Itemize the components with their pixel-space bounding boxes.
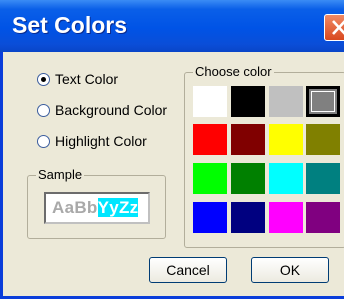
swatch-blue[interactable] [193,202,227,233]
swatch-cyan[interactable] [269,163,303,194]
radio-text-color-indicator[interactable] [37,73,50,86]
swatch-green[interactable] [231,163,265,194]
swatch-silver[interactable] [269,86,303,117]
swatch-black[interactable] [231,86,265,117]
ok-button[interactable]: OK [251,257,329,283]
close-icon [332,20,344,35]
radio-highlight-color-indicator[interactable] [37,135,50,148]
choose-color-legend: Choose color [193,64,274,79]
radio-background-color-label: Background Color [55,102,168,118]
radio-background-color-indicator[interactable] [37,104,50,117]
swatch-lime[interactable] [193,163,227,194]
window-title: Set Colors [12,12,128,38]
sample-text-normal: AaBb [52,198,98,217]
sample-text-highlighted: YyZz [97,198,139,217]
radio-text-color-label: Text Color [55,71,119,87]
close-button[interactable] [324,14,344,41]
swatch-magenta[interactable] [269,202,303,233]
swatch-gray[interactable] [306,86,340,117]
sample-text: AaBbYyZz [52,198,139,218]
swatch-red[interactable] [193,124,227,155]
sample-preview: AaBbYyZz [44,192,150,224]
swatch-purple[interactable] [306,202,340,233]
choose-color-group: Choose color [184,64,344,248]
swatch-olive[interactable] [306,124,340,155]
swatch-teal[interactable] [306,163,340,194]
swatch-maroon[interactable] [231,124,265,155]
set-colors-dialog: Set Colors Text Color Background Color H… [0,0,344,299]
title-bar[interactable]: Set Colors [0,0,344,52]
swatch-yellow[interactable] [269,124,303,155]
sample-group: Sample AaBbYyZz [27,167,166,239]
swatch-navy[interactable] [231,202,265,233]
cancel-button[interactable]: Cancel [149,257,227,283]
swatch-selection-ring [311,91,335,112]
sample-legend: Sample [36,167,85,182]
radio-highlight-color-label: Highlight Color [55,133,147,149]
swatch-white[interactable] [193,86,227,117]
